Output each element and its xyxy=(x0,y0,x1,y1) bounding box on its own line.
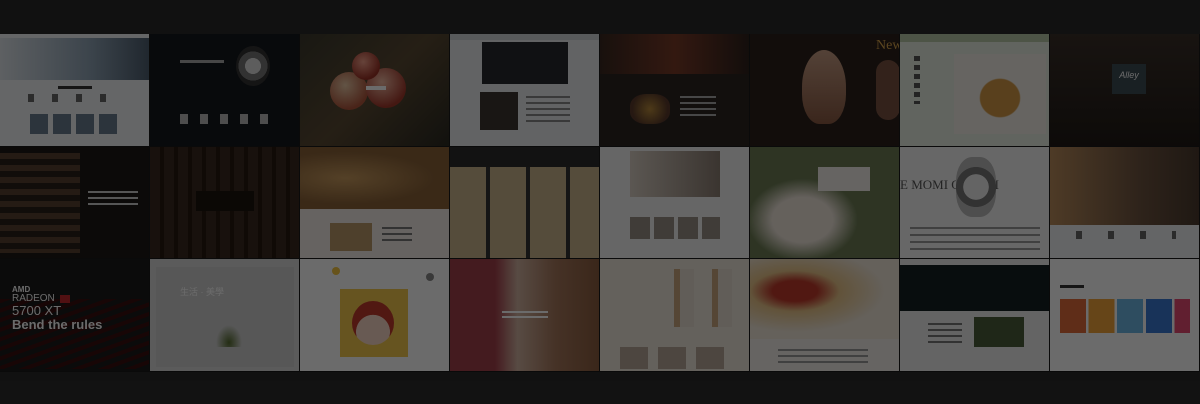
badge-icon xyxy=(60,295,70,303)
hero-image xyxy=(600,34,749,74)
night-hero xyxy=(900,265,1049,311)
thumb-library-dark[interactable] xyxy=(150,147,300,259)
hero-image xyxy=(482,42,568,84)
icon-row xyxy=(1076,231,1176,239)
avatar-face xyxy=(352,301,394,345)
content-text xyxy=(526,96,570,124)
hero-label xyxy=(366,86,386,90)
thumb-pet-site[interactable] xyxy=(1050,147,1200,259)
bread-image xyxy=(330,223,372,251)
hero-text-line xyxy=(180,60,224,63)
brand-text: New xyxy=(876,38,900,53)
shelf-photo xyxy=(0,153,80,253)
caption-text xyxy=(502,311,548,321)
content-block xyxy=(910,227,1040,255)
headline-text: Bend the rules xyxy=(12,317,103,332)
thumb-bookshop-colors[interactable] xyxy=(1050,259,1200,372)
watch-image xyxy=(236,46,270,86)
menu-card xyxy=(818,167,870,191)
dog-photo xyxy=(1050,147,1199,225)
menu-text xyxy=(680,96,716,120)
thumb-bakery-green[interactable] xyxy=(900,34,1050,147)
card-row xyxy=(30,114,122,134)
flower-icon-2 xyxy=(426,273,434,281)
hero-image xyxy=(630,151,720,197)
hero-text xyxy=(88,191,138,207)
cafe-sign: Alley xyxy=(1112,64,1146,94)
thumb-bread-shop[interactable] xyxy=(300,147,450,259)
thumb-corporate-site[interactable] xyxy=(0,34,150,147)
product-row xyxy=(620,347,730,369)
product-row xyxy=(630,217,720,239)
cake-photo xyxy=(750,259,899,339)
section-heading xyxy=(58,86,92,89)
side-image xyxy=(876,60,899,120)
dessert-photo xyxy=(750,147,899,258)
thumb-photography[interactable]: 生活 · 美學 xyxy=(150,259,300,372)
model-face xyxy=(802,50,846,124)
nav-bar xyxy=(450,34,599,40)
bread-hero xyxy=(300,147,449,209)
model-text: 5700 XT xyxy=(12,303,62,318)
dish-image xyxy=(630,94,670,124)
bread-text xyxy=(382,227,412,245)
thumb-clothing-store[interactable] xyxy=(600,147,750,259)
thumb-wedding[interactable] xyxy=(450,259,600,372)
template-gallery: New Alley E MOMI OREVEI AMD RADEON 5700 … xyxy=(0,34,1200,372)
thumb-cake-shop[interactable] xyxy=(750,259,900,372)
thumb-amd-radeon[interactable]: AMD RADEON 5700 XT Bend the rules xyxy=(0,259,150,372)
thumb-dessert[interactable] xyxy=(750,147,900,259)
event-image xyxy=(974,317,1024,347)
hero-image xyxy=(0,38,149,80)
gelato-photo xyxy=(450,167,599,258)
vertical-title xyxy=(914,56,920,104)
section-heading xyxy=(1060,285,1084,288)
page-title-text: 生活 · 美學 xyxy=(180,287,224,297)
thumb-watch-dark[interactable] xyxy=(150,34,300,147)
thumb-fashion-model[interactable]: New xyxy=(750,34,900,147)
nav-bar xyxy=(900,34,1049,42)
plant-image xyxy=(216,325,242,347)
center-logo xyxy=(196,191,254,211)
event-text xyxy=(928,323,962,343)
thumb-apple-photo[interactable] xyxy=(300,34,450,147)
book-covers xyxy=(1060,299,1190,333)
watch-image xyxy=(956,157,996,217)
icon-row xyxy=(28,94,122,102)
pastry-image xyxy=(954,54,1046,134)
model-right xyxy=(712,269,732,327)
thumb-cafe-alley[interactable]: Alley xyxy=(1050,34,1200,147)
thumb-gelato[interactable] xyxy=(450,147,600,259)
thumb-restaurant[interactable] xyxy=(600,34,750,147)
apple-center xyxy=(352,52,380,80)
thumb-night-event[interactable] xyxy=(900,259,1050,372)
content-frame xyxy=(156,267,294,367)
content-image xyxy=(480,92,518,130)
model-left xyxy=(674,269,694,327)
thumb-interior-blog[interactable] xyxy=(450,34,600,147)
product-row xyxy=(180,114,270,124)
thumb-bookstore[interactable] xyxy=(0,147,150,259)
flower-icon xyxy=(332,267,340,275)
shop-text xyxy=(778,349,868,365)
thumb-minimal-fashion[interactable] xyxy=(600,259,750,372)
thumb-cartoon[interactable] xyxy=(300,259,450,372)
thumb-watch-store[interactable]: E MOMI OREVEI xyxy=(900,147,1050,259)
